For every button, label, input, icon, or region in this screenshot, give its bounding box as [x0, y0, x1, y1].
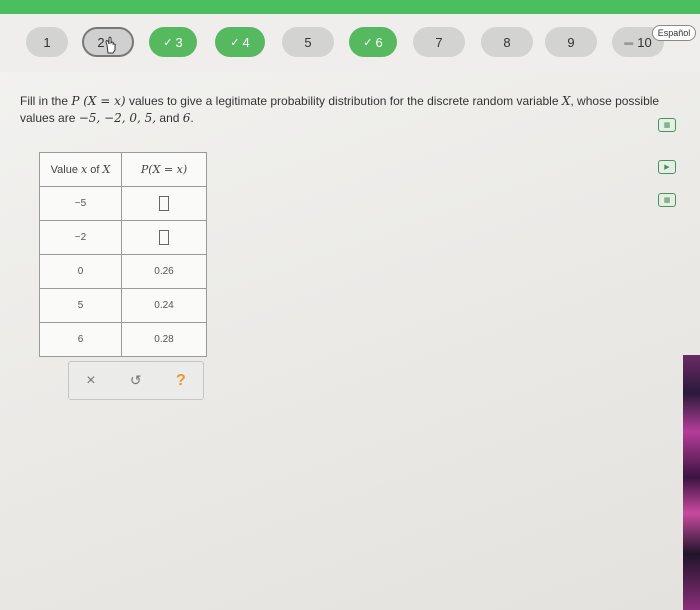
header-probability: P(X = x): [121, 152, 207, 187]
answer-action-bar: × ↺ ?: [68, 361, 204, 400]
table-row: 6 0.28: [39, 322, 207, 357]
step-7-button[interactable]: 7: [413, 27, 465, 57]
undo-button[interactable]: ↺: [130, 372, 142, 389]
calculator-icon[interactable]: ▦: [658, 118, 676, 132]
value-cell: 5: [39, 288, 122, 323]
step-6-button[interactable]: ✓ 6: [349, 27, 397, 57]
value-cell: −2: [39, 220, 122, 255]
background-window-edge: [683, 355, 700, 610]
probability-cell: 0.26: [121, 254, 207, 289]
step-4-button[interactable]: ✓ 4: [215, 27, 265, 57]
value-cell: −5: [39, 186, 122, 221]
check-icon: ✓: [230, 36, 240, 49]
flag-icon: ▬: [624, 37, 634, 47]
value-cell: 6: [39, 322, 122, 357]
clear-button[interactable]: ×: [86, 372, 95, 390]
header-value-of-x: Value x of X: [39, 152, 122, 187]
step-1-button[interactable]: 1: [26, 27, 68, 57]
value-cell: 0: [39, 254, 122, 289]
language-toggle-button[interactable]: Español: [652, 25, 696, 41]
answer-input[interactable]: [159, 230, 169, 245]
table-row: −2: [39, 220, 207, 255]
hand-pointer-icon: [105, 36, 116, 54]
step-2-button[interactable]: 2: [82, 27, 134, 57]
table-header-row: Value x of X P(X = x): [39, 152, 207, 187]
step-5-button[interactable]: 5: [282, 27, 334, 57]
check-icon: ✓: [163, 36, 173, 49]
grid-tool-icon[interactable]: ▦: [658, 193, 676, 207]
check-icon: ✓: [363, 36, 373, 49]
help-button[interactable]: ?: [176, 372, 186, 390]
step-8-button[interactable]: 8: [481, 27, 533, 57]
table-row: 0 0.26: [39, 254, 207, 289]
step-3-button[interactable]: ✓ 3: [149, 27, 197, 57]
table-row: 5 0.24: [39, 288, 207, 323]
probability-cell: 0.28: [121, 322, 207, 357]
table-row: −5: [39, 186, 207, 221]
probability-input-cell[interactable]: [121, 186, 207, 221]
answer-input[interactable]: [159, 196, 169, 211]
video-icon[interactable]: ▶: [658, 160, 676, 174]
top-accent-bar: [0, 0, 700, 14]
probability-distribution-table: Value x of X P(X = x) −5 −2 0 0.26 5 0.2…: [39, 152, 207, 357]
probability-cell: 0.24: [121, 288, 207, 323]
probability-input-cell[interactable]: [121, 220, 207, 255]
question-text: Fill in the P (X = x) values to give a l…: [20, 94, 660, 125]
step-9-button[interactable]: 9: [545, 27, 597, 57]
